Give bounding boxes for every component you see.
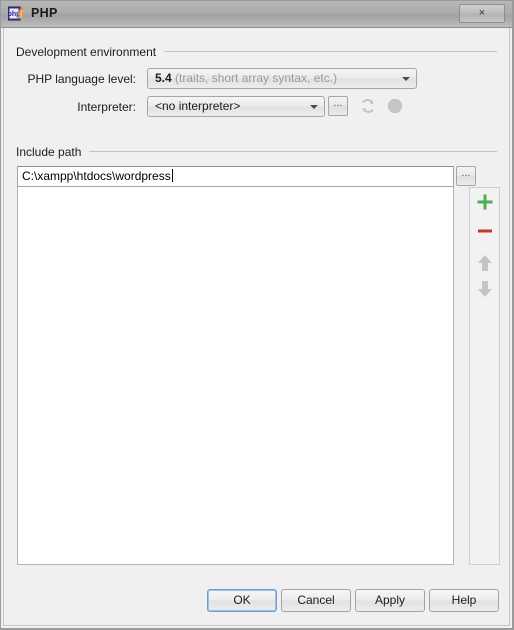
close-button[interactable]: × [459, 4, 505, 23]
include-path-list[interactable] [17, 187, 454, 565]
php-language-level-version: 5.4 [155, 71, 172, 85]
title-bar: php PHP × [1, 1, 512, 28]
chevron-down-icon [402, 77, 410, 81]
apply-button[interactable]: Apply [355, 589, 425, 612]
move-path-up-button[interactable] [473, 251, 497, 275]
chevron-down-icon [310, 105, 318, 109]
svg-text:php: php [8, 11, 20, 18]
development-environment-group-header: Development environment [16, 44, 497, 60]
include-path-toolbar [469, 187, 500, 565]
dialog-client-area: Development environment PHP language lev… [3, 28, 510, 626]
interpreter-browse-button[interactable]: ... [328, 96, 348, 116]
include-path-title: Include path [16, 145, 82, 159]
status-dot-icon [387, 98, 403, 114]
php-language-level-value: 5.4 (traits, short array syntax, etc.) [155, 69, 396, 88]
php-language-level-combo[interactable]: 5.4 (traits, short array syntax, etc.) [147, 68, 417, 89]
group-separator-line [164, 44, 497, 60]
help-button[interactable]: Help [429, 589, 499, 612]
include-path-input[interactable]: C:\xampp\htdocs\wordpress [17, 166, 454, 187]
refresh-icon[interactable] [360, 98, 376, 114]
include-path-text: C:\xampp\htdocs\wordpress [22, 169, 171, 183]
php-settings-dialog: php PHP × Development environment PHP la… [0, 0, 514, 630]
group-separator-line [89, 144, 497, 160]
include-path-group-header: Include path [16, 144, 497, 160]
include-path-browse-button[interactable]: ... [456, 166, 476, 186]
text-caret [171, 169, 173, 182]
move-path-down-button[interactable] [473, 277, 497, 301]
cancel-button[interactable]: Cancel [281, 589, 351, 612]
ok-button[interactable]: OK [207, 589, 277, 612]
php-logo-icon: php [7, 6, 25, 22]
php-language-level-label: PHP language level: [27, 72, 136, 86]
add-path-button[interactable] [473, 190, 497, 214]
php-language-level-hint: (traits, short array syntax, etc.) [175, 71, 338, 85]
interpreter-label: Interpreter: [77, 100, 136, 114]
interpreter-value: <no interpreter> [155, 99, 241, 113]
development-environment-title: Development environment [16, 45, 157, 59]
remove-path-button[interactable] [473, 219, 497, 243]
window-title: PHP [31, 6, 58, 20]
interpreter-combo[interactable]: <no interpreter> [147, 96, 325, 117]
include-path-value: C:\xampp\htdocs\wordpress [22, 167, 173, 186]
